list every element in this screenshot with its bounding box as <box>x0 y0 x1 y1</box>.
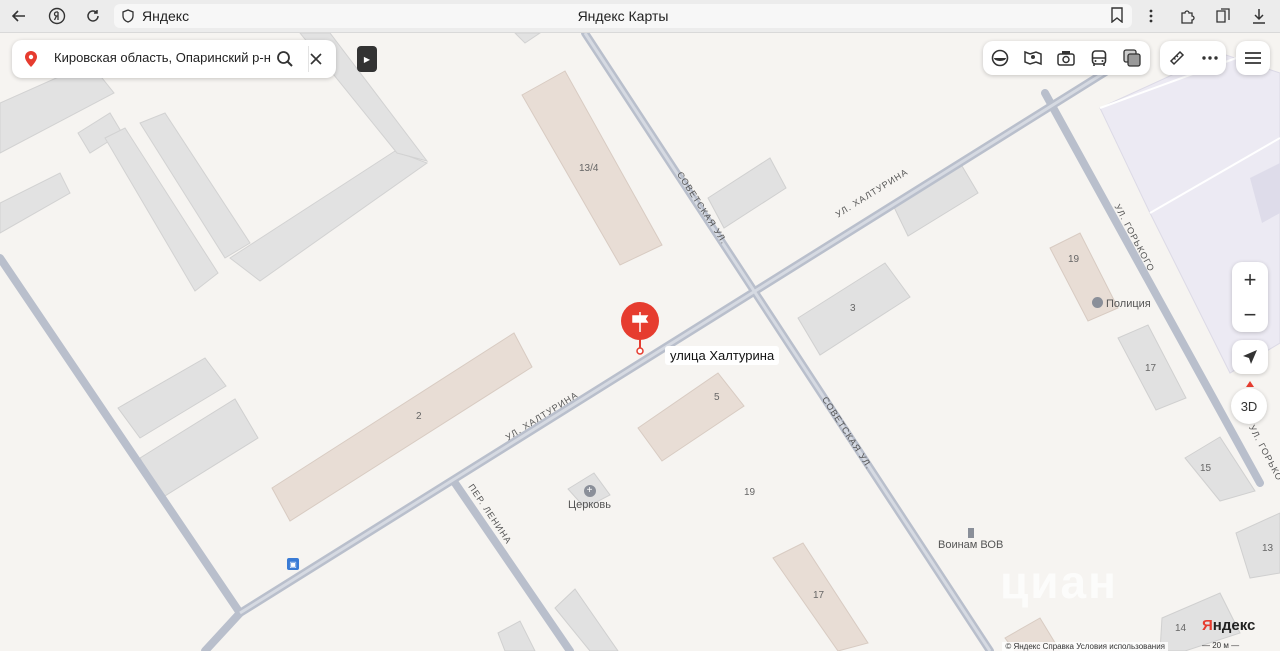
more-vertical-icon[interactable] <box>1140 5 1162 27</box>
memorial-poi[interactable]: Воинам ВОВ <box>938 528 1003 551</box>
close-icon[interactable] <box>305 48 327 70</box>
more-horizontal-icon[interactable] <box>1193 41 1226 75</box>
search-input[interactable] <box>52 49 274 66</box>
collapse-panel-button[interactable]: ▶ <box>357 46 377 72</box>
map-footer-links[interactable]: © Яндекс Справка Условия использования <box>1002 642 1168 651</box>
svg-text:▣: ▣ <box>289 560 297 569</box>
geolocation-arrow-icon[interactable] <box>1232 340 1268 374</box>
church-label: Церковь <box>568 499 612 511</box>
building-number: 17 <box>813 590 825 601</box>
compass-north-icon <box>1246 381 1254 387</box>
search-box <box>12 40 336 78</box>
marker-label[interactable]: улица Халтурина <box>665 346 780 365</box>
layers-toggle-icon[interactable] <box>983 41 1016 75</box>
extensions-icon[interactable] <box>1176 5 1198 27</box>
map-canvas[interactable]: ▣ 13/4 2 3 5 19 19 17 17 15 13 14 ул. Ха… <box>0 33 1280 651</box>
transit-bus-icon[interactable] <box>1082 41 1115 75</box>
building-number: 14 <box>1175 623 1187 634</box>
police-icon <box>1092 297 1103 308</box>
building-number: 5 <box>714 392 720 403</box>
building-number: 15 <box>1200 463 1212 474</box>
church-icon: + <box>583 485 596 497</box>
police-poi[interactable]: Полиция <box>1092 297 1151 310</box>
search-icon[interactable] <box>274 48 296 70</box>
police-label: Полиция <box>1106 298 1151 310</box>
building-number: 17 <box>1145 363 1157 374</box>
watermark: циан <box>1000 556 1118 608</box>
photo-camera-icon[interactable] <box>1049 41 1082 75</box>
memorial-label: Воинам ВОВ <box>938 539 1004 551</box>
panorama-icon[interactable] <box>1016 41 1049 75</box>
collections-icon[interactable] <box>1212 5 1234 27</box>
yandex-browser-icon[interactable] <box>46 5 68 27</box>
building-number: 3 <box>850 303 856 314</box>
monument-icon <box>967 528 974 538</box>
building-2 <box>271 332 533 522</box>
building-number: 13 <box>1262 543 1274 554</box>
browser-toolbar: Яндекс Яндекс Карты <box>0 0 1280 33</box>
scale-bar: — 20 м — <box>1202 641 1240 650</box>
logo-text: ндекс <box>1212 617 1256 634</box>
bookmark-icon[interactable] <box>1110 7 1124 28</box>
scale-label: 20 м <box>1212 641 1229 650</box>
reload-icon[interactable] <box>82 5 104 27</box>
zoom-in-button[interactable]: + <box>1232 262 1268 297</box>
map-layers-toolbar <box>983 41 1150 75</box>
zoom-control: + − <box>1232 262 1268 332</box>
play-icon: ▶ <box>363 54 371 64</box>
yandex-logo: Яндекс <box>1202 617 1255 634</box>
map-layers-icon[interactable] <box>1115 41 1148 75</box>
address-bar[interactable]: Яндекс Яндекс Карты <box>114 4 1132 28</box>
ruler-icon[interactable] <box>1160 41 1193 75</box>
menu-icon[interactable] <box>1236 41 1270 75</box>
location-marker-icon <box>621 302 659 355</box>
building-number: 19 <box>1068 254 1080 265</box>
building-5 <box>637 372 745 462</box>
building-number: 2 <box>416 411 422 422</box>
zoom-out-button[interactable]: − <box>1232 297 1268 332</box>
back-icon[interactable] <box>8 5 30 27</box>
download-icon[interactable] <box>1248 5 1270 27</box>
building-number: 19 <box>744 487 756 498</box>
logo-letter: Я <box>1202 617 1213 634</box>
page-title: Яндекс Карты <box>577 8 669 24</box>
3d-toggle-button[interactable]: 3D <box>1231 388 1267 424</box>
map-pin-icon <box>24 50 38 73</box>
church-poi[interactable]: + Церковь <box>568 485 611 511</box>
map-tools-toolbar <box>1160 41 1226 75</box>
building-number: 13/4 <box>579 163 599 174</box>
